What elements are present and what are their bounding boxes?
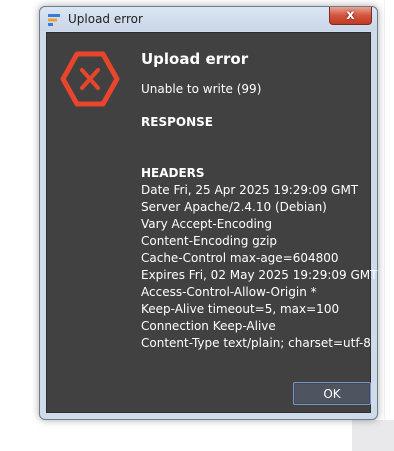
header-line-access-control: Access-Control-Allow-Origin *	[141, 285, 317, 299]
header-line-connection: Connection Keep-Alive	[141, 319, 276, 333]
app-logo-icon	[47, 12, 61, 26]
header-line-vary: Vary Accept-Encoding	[141, 217, 273, 231]
error-hexagon-icon	[59, 48, 121, 110]
header-line-content-type: Content-Type text/plain; charset=utf-8	[141, 336, 371, 350]
headers-label: HEADERS	[141, 166, 205, 180]
dialog-content: Upload error Unable to write (99) RESPON…	[141, 49, 378, 352]
window-title: Upload error	[68, 12, 143, 26]
response-label: RESPONSE	[141, 115, 213, 129]
headers-list: Date Fri, 25 Apr 2025 19:29:09 GMT Serve…	[141, 182, 378, 352]
error-message: Unable to write (99)	[141, 82, 262, 96]
header-line-date: Date Fri, 25 Apr 2025 19:29:09 GMT	[141, 183, 359, 197]
header-line-cache-control: Cache-Control max-age=604800	[141, 251, 339, 265]
header-line-keep-alive: Keep-Alive timeout=5, max=100	[141, 302, 340, 316]
header-line-server: Server Apache/2.4.10 (Debian)	[141, 200, 327, 214]
background-edge	[384, 0, 385, 420]
header-line-content-encoding: Content-Encoding gzip	[141, 234, 278, 248]
header-line-expires: Expires Fri, 02 May 2025 19:29:09 GMT	[141, 268, 378, 282]
title-bar[interactable]: Upload error x	[40, 7, 377, 31]
close-button[interactable]: x	[329, 7, 372, 25]
error-dialog-window: Upload error x Upload error Unable to wr…	[39, 6, 378, 420]
close-icon: x	[346, 8, 355, 23]
dialog-heading: Upload error	[141, 50, 249, 68]
dialog-body: Upload error Unable to write (99) RESPON…	[46, 32, 378, 413]
ok-button[interactable]: OK	[293, 382, 371, 405]
background-panel	[352, 420, 394, 451]
